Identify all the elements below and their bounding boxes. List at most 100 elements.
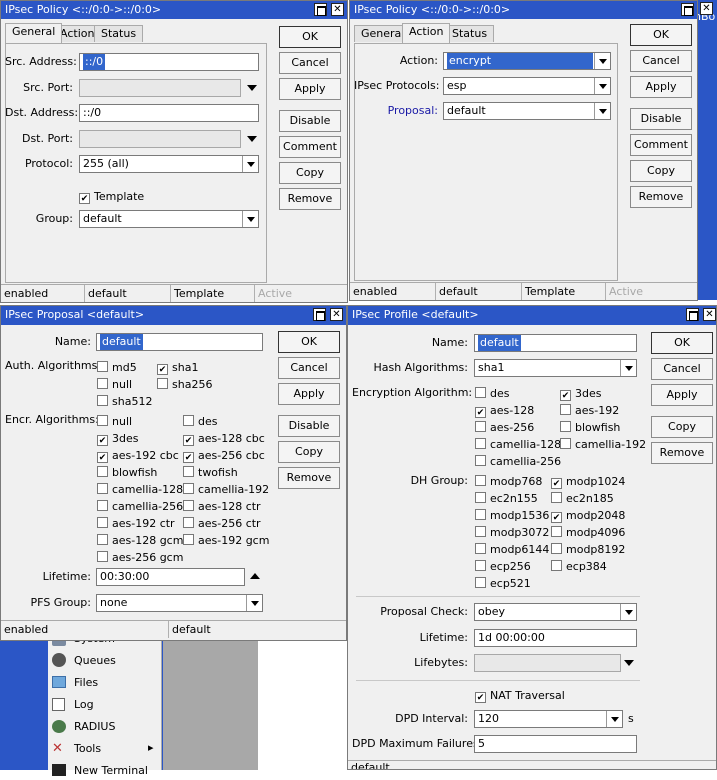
apply-button[interactable]: Apply xyxy=(630,76,692,98)
enc-3des-checkbox[interactable]: 3des xyxy=(560,387,601,401)
dh-modp1536-checkbox[interactable]: modp1536 xyxy=(475,509,549,523)
disable-button[interactable]: Disable xyxy=(630,108,692,130)
dst-address-input[interactable]: ::/0 xyxy=(79,104,259,122)
ipsec-protocols-select[interactable]: esp xyxy=(443,77,611,95)
dh-ecp384-checkbox[interactable]: ecp384 xyxy=(551,560,607,574)
encr-camellia-192-checkbox[interactable]: camellia-192 xyxy=(183,483,269,497)
action-select[interactable]: encrypt xyxy=(443,52,611,70)
cancel-button[interactable]: Cancel xyxy=(630,50,692,72)
close-icon[interactable]: ✕ xyxy=(703,308,716,321)
dh-modp2048-checkbox[interactable]: modp2048 xyxy=(551,509,625,523)
name-input[interactable]: default xyxy=(474,334,637,352)
group-select[interactable]: default xyxy=(79,210,259,228)
dh-ec2n155-checkbox[interactable]: ec2n155 xyxy=(475,492,538,506)
encr-aes-128-gcm-checkbox[interactable]: aes-128 gcm xyxy=(97,534,183,548)
cancel-button[interactable]: Cancel xyxy=(651,358,713,380)
copy-button[interactable]: Copy xyxy=(278,441,340,463)
apply-button[interactable]: Apply xyxy=(278,383,340,405)
cancel-button[interactable]: Cancel xyxy=(279,52,341,74)
copy-button[interactable]: Copy xyxy=(279,162,341,184)
protocol-select[interactable]: 255 (all) xyxy=(79,155,259,173)
remove-button[interactable]: Remove xyxy=(630,186,692,208)
encr-aes-128-ctr-checkbox[interactable]: aes-128 ctr xyxy=(183,500,261,514)
comment-button[interactable]: Comment xyxy=(279,136,341,158)
remove-button[interactable]: Remove xyxy=(279,188,341,210)
dh-ecp521-checkbox[interactable]: ecp521 xyxy=(475,577,531,591)
chevron-down-icon[interactable] xyxy=(620,360,636,376)
src-port-input[interactable] xyxy=(79,79,241,97)
hash-algorithms-select[interactable]: sha1 xyxy=(474,359,637,377)
background-close-icon[interactable]: ✕ xyxy=(700,2,713,15)
window-titlebar[interactable]: IPsec Profile <default> xyxy=(348,306,716,325)
ok-button[interactable]: OK xyxy=(651,332,713,354)
remove-button[interactable]: Remove xyxy=(651,442,713,464)
dh-modp8192-checkbox[interactable]: modp8192 xyxy=(551,543,625,557)
window-titlebar[interactable]: IPsec Policy <::/0:0->::/0:0> xyxy=(350,1,697,19)
tab-general[interactable]: General xyxy=(5,23,63,43)
lifebytes-input[interactable] xyxy=(474,654,621,672)
tab-status[interactable]: Status xyxy=(445,25,495,42)
auth-md5-checkbox[interactable]: md5 xyxy=(97,361,137,375)
comment-button[interactable]: Comment xyxy=(630,134,692,156)
tab-action[interactable]: Action xyxy=(402,23,451,43)
disable-button[interactable]: Disable xyxy=(278,415,340,437)
dh-modp6144-checkbox[interactable]: modp6144 xyxy=(475,543,549,557)
dh-modp768-checkbox[interactable]: modp768 xyxy=(475,475,542,489)
encr-null-checkbox[interactable]: null xyxy=(97,415,132,429)
chevron-down-icon[interactable] xyxy=(606,711,622,727)
dh-modp4096-checkbox[interactable]: modp4096 xyxy=(551,526,625,540)
ok-button[interactable]: OK xyxy=(278,331,340,353)
maximize-icon[interactable] xyxy=(681,3,694,16)
enc-camellia-128-checkbox[interactable]: camellia-128 xyxy=(475,438,561,452)
encr-camellia-128-checkbox[interactable]: camellia-128 xyxy=(97,483,183,497)
enc-aes-128-checkbox[interactable]: aes-128 xyxy=(475,404,534,418)
collapse-up-icon[interactable] xyxy=(250,573,260,579)
encr-aes-128-cbc-checkbox[interactable]: aes-128 cbc xyxy=(183,432,265,446)
copy-button[interactable]: Copy xyxy=(651,416,713,438)
encr-twofish-checkbox[interactable]: twofish xyxy=(183,466,238,480)
close-icon[interactable]: ✕ xyxy=(331,3,344,16)
chevron-down-icon[interactable] xyxy=(242,156,258,172)
encr-blowfish-checkbox[interactable]: blowfish xyxy=(97,466,157,480)
dh-ecp256-checkbox[interactable]: ecp256 xyxy=(475,560,531,574)
apply-button[interactable]: Apply xyxy=(279,78,341,100)
dst-port-input[interactable] xyxy=(79,130,241,148)
chevron-down-icon[interactable] xyxy=(594,53,610,69)
window-titlebar[interactable]: IPsec Proposal <default> xyxy=(1,306,346,325)
maximize-icon[interactable] xyxy=(314,3,327,16)
enc-camellia-256-checkbox[interactable]: camellia-256 xyxy=(475,455,561,469)
encr-aes-256-gcm-checkbox[interactable]: aes-256 gcm xyxy=(97,551,183,565)
dh-modp1024-checkbox[interactable]: modp1024 xyxy=(551,475,625,489)
window-titlebar[interactable]: IPsec Policy <::/0:0->::/0:0> xyxy=(1,1,347,19)
src-port-dropdown-icon[interactable] xyxy=(247,85,257,91)
disable-button[interactable]: Disable xyxy=(279,110,341,132)
encr-aes-192-ctr-checkbox[interactable]: aes-192 ctr xyxy=(97,517,175,531)
dpd-interval-select[interactable]: 120 xyxy=(474,710,623,728)
src-address-input[interactable]: ::/0 xyxy=(79,53,259,71)
encr-aes-256-ctr-checkbox[interactable]: aes-256 ctr xyxy=(183,517,261,531)
chevron-down-icon[interactable] xyxy=(594,103,610,119)
maximize-icon[interactable] xyxy=(686,308,699,321)
copy-button[interactable]: Copy xyxy=(630,160,692,182)
ok-button[interactable]: OK xyxy=(630,24,692,46)
dh-ec2n185-checkbox[interactable]: ec2n185 xyxy=(551,492,614,506)
encr-camellia-256-checkbox[interactable]: camellia-256 xyxy=(97,500,183,514)
chevron-down-icon[interactable] xyxy=(242,211,258,227)
ok-button[interactable]: OK xyxy=(279,26,341,48)
enc-des-checkbox[interactable]: des xyxy=(475,387,509,401)
enc-aes-256-checkbox[interactable]: aes-256 xyxy=(475,421,534,435)
encr-3des-checkbox[interactable]: 3des xyxy=(97,432,138,446)
menu-item-files[interactable]: Files xyxy=(52,674,158,692)
menu-item-tools[interactable]: ✕ Tools ▸ xyxy=(52,740,158,758)
enc-blowfish-checkbox[interactable]: blowfish xyxy=(560,421,620,435)
chevron-down-icon[interactable] xyxy=(620,604,636,620)
proposal-select[interactable]: default xyxy=(443,102,611,120)
encr-aes-256-cbc-checkbox[interactable]: aes-256 cbc xyxy=(183,449,265,463)
tab-status[interactable]: Status xyxy=(94,25,144,42)
dst-port-dropdown-icon[interactable] xyxy=(247,136,257,142)
enc-camellia-192-checkbox[interactable]: camellia-192 xyxy=(560,438,646,452)
encr-des-checkbox[interactable]: des xyxy=(183,415,217,429)
enc-aes-192-checkbox[interactable]: aes-192 xyxy=(560,404,619,418)
menu-item-new-terminal[interactable]: New Terminal xyxy=(52,762,158,780)
menu-item-queues[interactable]: Queues xyxy=(52,652,158,670)
